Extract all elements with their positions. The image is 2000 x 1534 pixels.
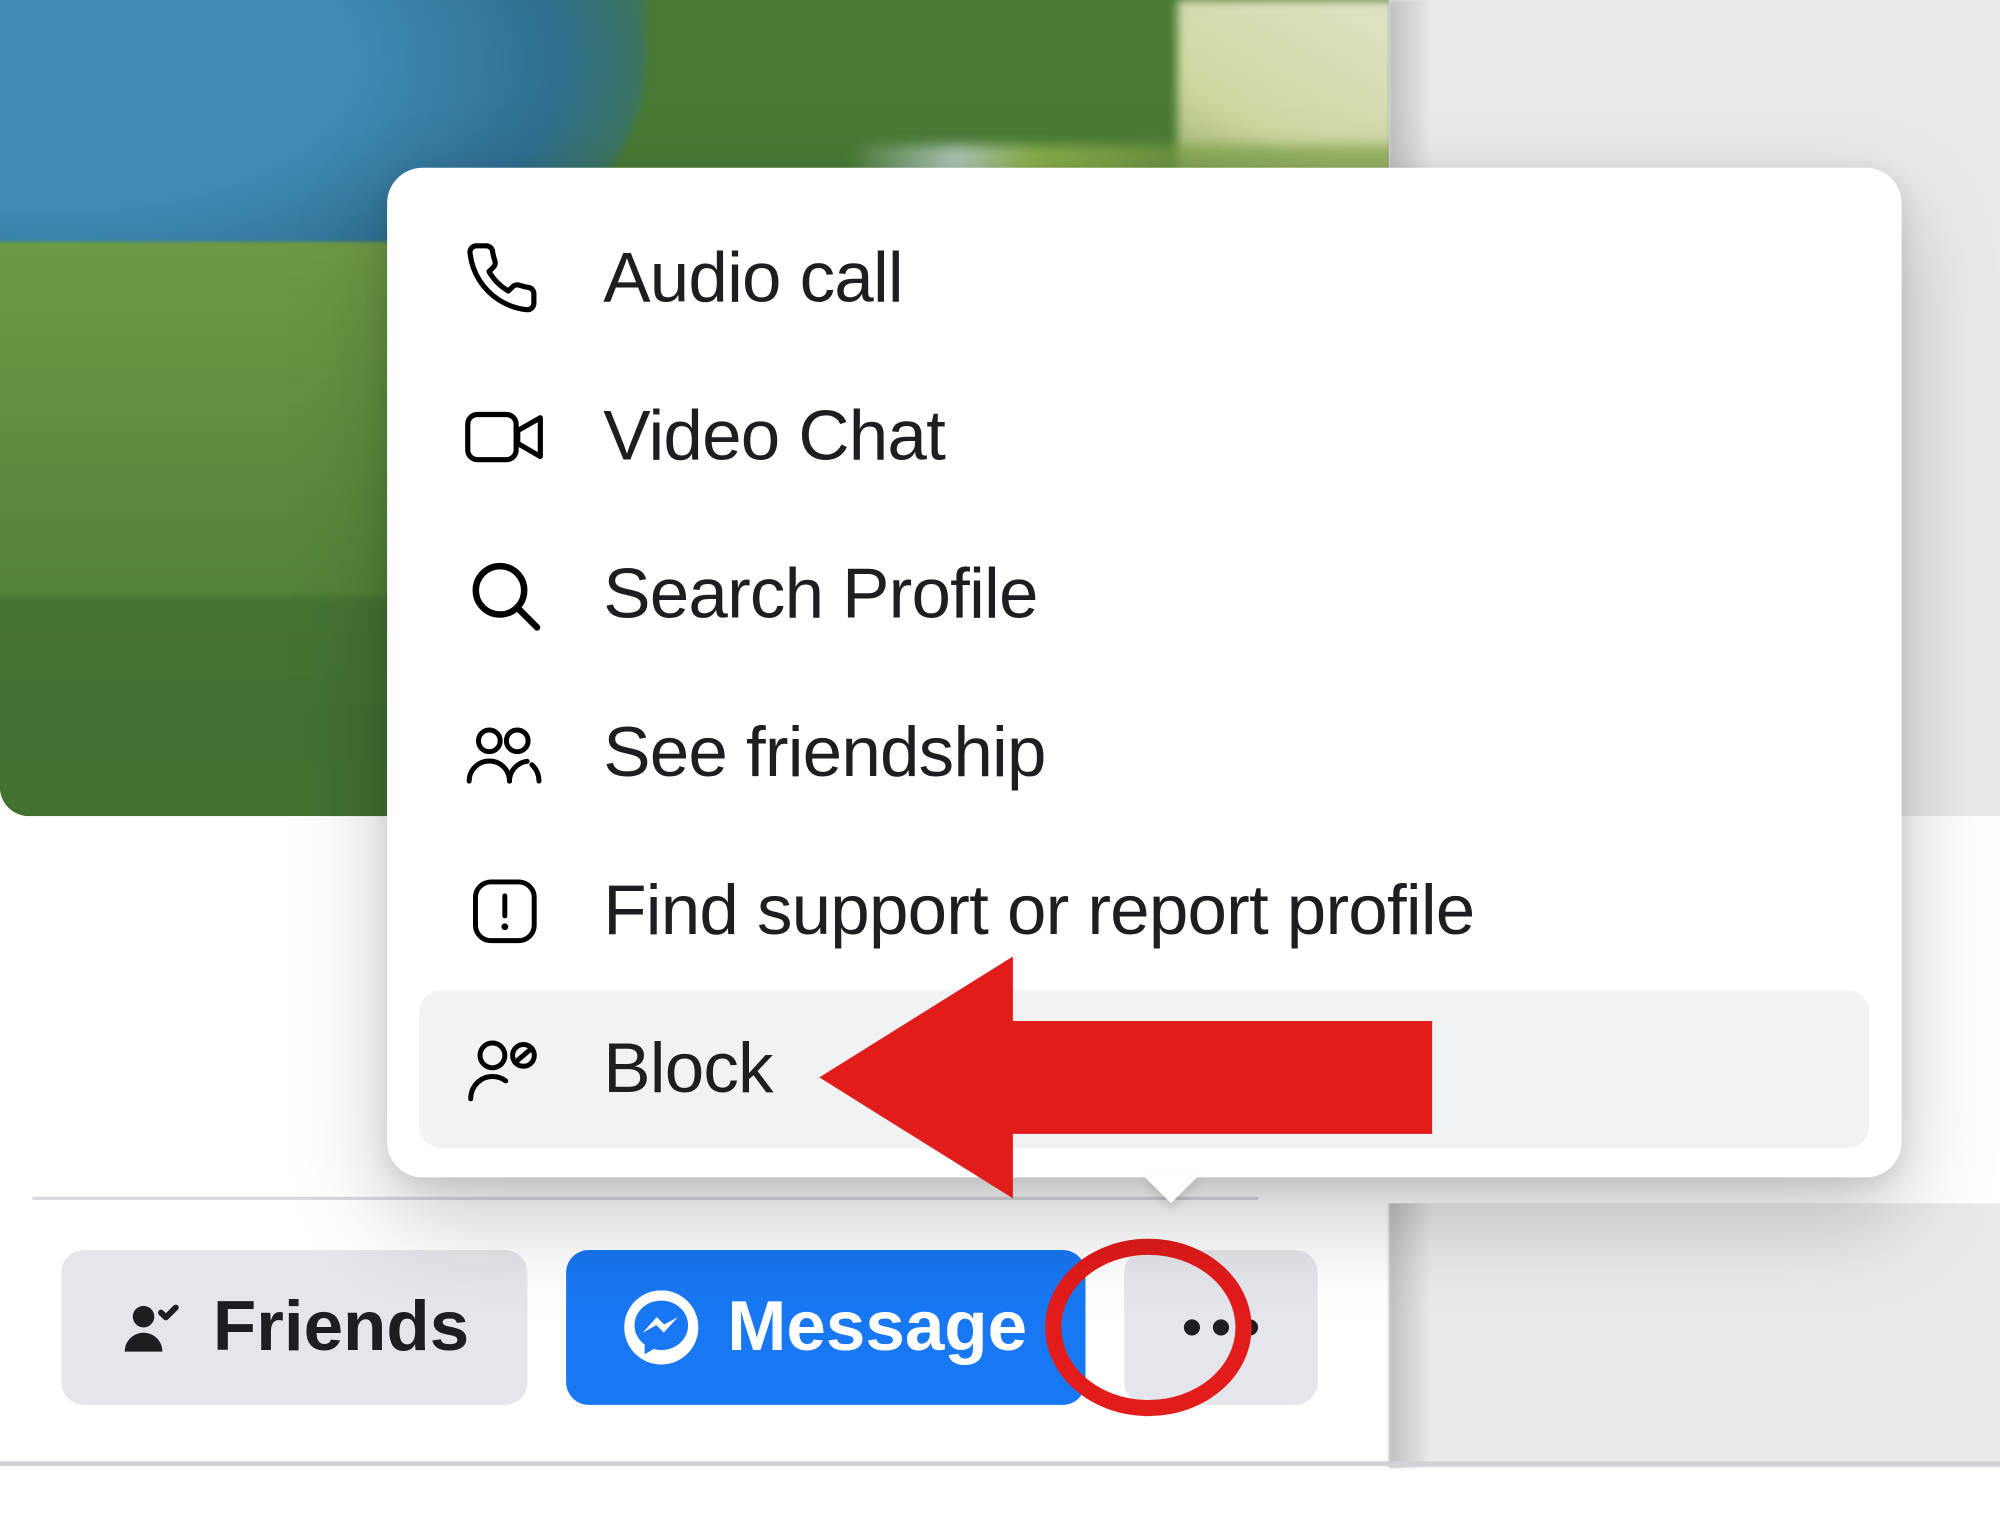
- video-camera-icon: [461, 398, 548, 475]
- profile-action-buttons: Friends Message: [61, 1250, 1317, 1405]
- menu-caret: [1142, 1174, 1200, 1203]
- bottom-divider: [0, 1461, 2000, 1466]
- messenger-icon: [624, 1290, 698, 1364]
- friend-check-icon: [119, 1295, 184, 1360]
- menu-item-label: Block: [603, 1029, 773, 1110]
- message-button[interactable]: Message: [566, 1250, 1085, 1405]
- search-icon: [461, 556, 548, 633]
- menu-item-video-chat[interactable]: Video Chat: [419, 358, 1869, 516]
- people-icon: [461, 715, 548, 792]
- friends-button[interactable]: Friends: [61, 1250, 527, 1405]
- menu-item-label: Audio call: [603, 239, 903, 320]
- more-button[interactable]: [1124, 1250, 1318, 1405]
- menu-item-label: See friendship: [603, 713, 1045, 794]
- menu-item-see-friendship[interactable]: See friendship: [419, 674, 1869, 832]
- message-button-label: Message: [727, 1292, 1027, 1363]
- person-block-icon: [461, 1031, 548, 1108]
- profile-separator: [32, 1197, 1258, 1200]
- screenshot-stage: Friends Message: [0, 0, 2000, 1534]
- menu-item-label: Search Profile: [603, 555, 1037, 636]
- menu-item-block[interactable]: Block: [419, 990, 1869, 1148]
- more-options-menu: Audio call Video Chat Search Profile: [387, 168, 1902, 1178]
- menu-item-report-profile[interactable]: Find support or report profile: [419, 832, 1869, 990]
- phone-icon: [461, 240, 548, 317]
- menu-item-search-profile[interactable]: Search Profile: [419, 516, 1869, 674]
- menu-item-label: Video Chat: [603, 397, 945, 478]
- menu-item-audio-call[interactable]: Audio call: [419, 200, 1869, 358]
- friends-button-label: Friends: [213, 1292, 469, 1363]
- menu-item-label: Find support or report profile: [603, 871, 1474, 952]
- report-icon: [461, 874, 548, 948]
- ellipsis-icon: [1172, 1311, 1269, 1343]
